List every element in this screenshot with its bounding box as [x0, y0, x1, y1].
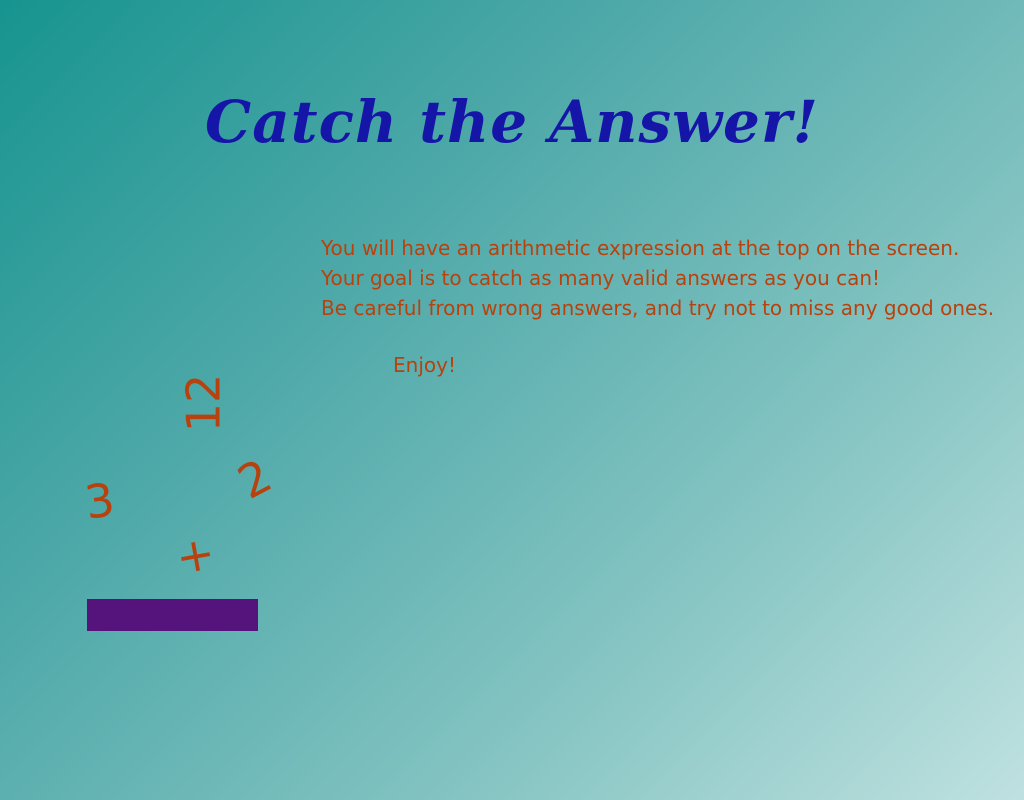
game-stage[interactable]: Catch the Answer! You will have an arith…	[0, 0, 1024, 800]
falling-number-3: 3	[81, 472, 118, 530]
instruction-line-2: Your goal is to catch as many valid answ…	[321, 266, 881, 290]
instruction-line-3: Be careful from wrong answers, and try n…	[321, 296, 995, 320]
falling-number-12: 12	[176, 373, 231, 433]
catcher-paddle[interactable]	[87, 599, 258, 631]
instructions: You will have an arithmetic expression a…	[321, 233, 994, 323]
enjoy-text: Enjoy!	[393, 353, 456, 377]
falling-plus-sign: +	[171, 525, 219, 585]
instruction-line-1: You will have an arithmetic expression a…	[321, 236, 960, 260]
falling-number-2: 2	[229, 448, 281, 510]
game-title: Catch the Answer!	[205, 88, 819, 156]
